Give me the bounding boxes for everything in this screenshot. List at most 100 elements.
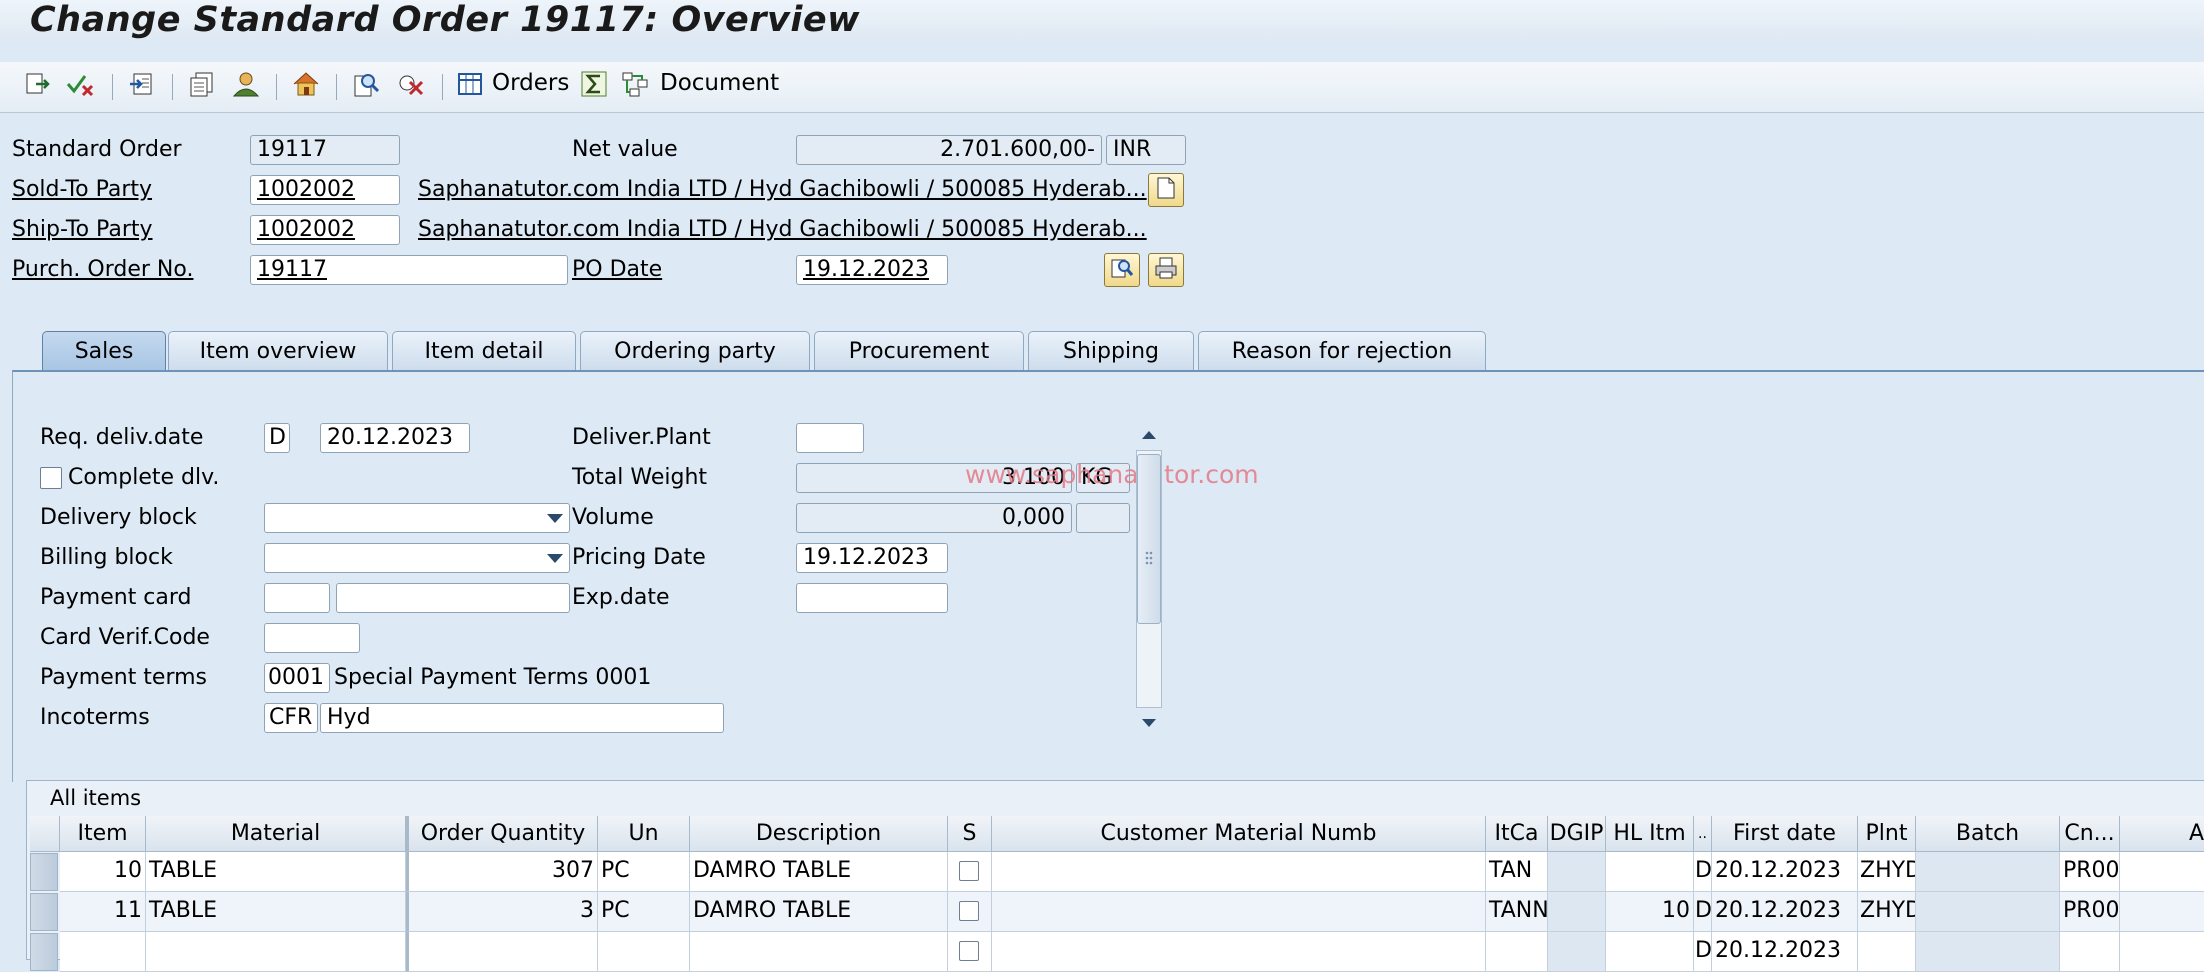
req-deliv-type-field[interactable]: D [264, 423, 290, 453]
column-header-hl-item[interactable]: HL Itm [1606, 816, 1694, 852]
standard-order-field[interactable]: 19117 [250, 135, 400, 165]
table-cell-a[interactable] [2120, 852, 2204, 892]
table-cell-item[interactable] [60, 932, 146, 972]
print-po-button[interactable] [1148, 253, 1184, 287]
tab-item-overview[interactable]: Item overview [168, 331, 388, 371]
tab-sales[interactable]: Sales [42, 331, 166, 371]
table-cell-material[interactable]: TABLE [146, 852, 406, 892]
pricing-date-field[interactable]: 19.12.2023 [796, 543, 948, 573]
row-selector[interactable] [30, 933, 58, 971]
display-change-icon[interactable] [22, 68, 54, 100]
check-icon[interactable] [64, 68, 96, 100]
row-selector[interactable] [30, 893, 58, 931]
tab-ordering-party[interactable]: Ordering party [580, 331, 810, 371]
column-header-batch[interactable]: Batch [1916, 816, 2060, 852]
row-checkbox[interactable] [959, 901, 979, 921]
payment-card-number-field[interactable] [336, 583, 570, 613]
table-cell-a[interactable] [2120, 932, 2204, 972]
table-cell-item[interactable]: 10 [60, 852, 146, 892]
table-cell-customer-material[interactable] [992, 932, 1486, 972]
row-checkbox[interactable] [959, 861, 979, 881]
home-icon[interactable] [290, 68, 322, 100]
column-header-material[interactable]: Material [146, 816, 406, 852]
column-header-item[interactable]: Item [60, 816, 146, 852]
column-header-dgip[interactable]: DGIP [1548, 816, 1606, 852]
table-cell-a[interactable] [2120, 892, 2204, 932]
table-cell-date-type[interactable]: D [1694, 852, 1712, 892]
column-header-a[interactable]: A [2120, 816, 2204, 852]
tab-procurement[interactable]: Procurement [814, 331, 1024, 371]
table-cell-hl-item[interactable] [1606, 932, 1694, 972]
select-all-header[interactable] [30, 816, 60, 852]
column-header-unit[interactable]: Un [598, 816, 690, 852]
table-cell-unit[interactable]: PC [598, 852, 690, 892]
table-cell-item[interactable]: 11 [60, 892, 146, 932]
column-header-order-quantity[interactable]: Order Quantity [406, 816, 598, 852]
table-cell-description[interactable] [690, 932, 948, 972]
table-cell-unit[interactable]: PC [598, 892, 690, 932]
card-verif-code-field[interactable] [264, 623, 360, 653]
ship-to-label[interactable]: Ship-To Party [12, 215, 153, 245]
column-header-plant[interactable]: Plnt [1858, 816, 1916, 852]
sold-to-field[interactable]: 1002002 [250, 175, 400, 205]
incoterms-code-field[interactable]: CFR [264, 703, 318, 733]
column-header-description[interactable]: Description [690, 816, 948, 852]
po-date-label[interactable]: PO Date [572, 255, 662, 285]
po-number-label[interactable]: Purch. Order No. [12, 255, 193, 285]
table-cell-unit[interactable] [598, 932, 690, 972]
document-flow-icon[interactable] [620, 68, 652, 100]
payment-terms-field[interactable]: 0001 [264, 663, 330, 693]
table-cell-customer-material[interactable] [992, 892, 1486, 932]
tab-item-detail[interactable]: Item detail [392, 331, 576, 371]
table-cell-plant[interactable] [1858, 932, 1916, 972]
scroll-down-icon[interactable] [1134, 708, 1164, 738]
table-cell-material[interactable] [146, 932, 406, 972]
table-cell-material[interactable]: TABLE [146, 892, 406, 932]
payment-card-type-field[interactable] [264, 583, 330, 613]
table-cell-item-category[interactable] [1486, 932, 1548, 972]
row-selector[interactable] [30, 853, 58, 891]
tab-shipping[interactable]: Shipping [1028, 331, 1194, 371]
table-cell-plant[interactable]: ZHYD [1858, 892, 1916, 932]
delete-icon[interactable] [394, 68, 426, 100]
deliver-plant-field[interactable] [796, 423, 864, 453]
exp-date-field[interactable] [796, 583, 948, 613]
column-header-s[interactable]: S [948, 816, 992, 852]
table-cell-description[interactable]: DAMRO TABLE [690, 852, 948, 892]
volume-field[interactable]: 0,000 [796, 503, 1072, 533]
table-cell-order-quantity[interactable]: 307 [406, 852, 598, 892]
table-cell-first-date[interactable]: 20.12.2023 [1712, 932, 1858, 972]
currency-field[interactable]: INR [1106, 135, 1186, 165]
orders-button[interactable]: Orders [492, 70, 569, 96]
net-value-field[interactable]: 2.701.600,00- [796, 135, 1102, 165]
table-cell-condition[interactable]: PR00 [2060, 892, 2120, 932]
billing-block-dropdown[interactable] [264, 543, 570, 573]
column-header-first-date[interactable]: First date [1712, 816, 1858, 852]
table-cell-date-type[interactable]: D [1694, 932, 1712, 972]
tab-reason-for-rejection[interactable]: Reason for rejection [1198, 331, 1486, 371]
table-cell-item-category[interactable]: TAN [1486, 852, 1548, 892]
ship-to-description[interactable]: Saphanatutor.com India LTD / Hyd Gachibo… [418, 215, 1147, 245]
table-cell-date-type[interactable]: D [1694, 892, 1712, 932]
sold-to-description[interactable]: Saphanatutor.com India LTD / Hyd Gachibo… [418, 175, 1147, 205]
scroll-up-icon[interactable] [1134, 420, 1164, 450]
sum-icon[interactable] [578, 68, 610, 100]
po-date-field[interactable]: 19.12.2023 [796, 255, 948, 285]
item-detail-icon[interactable] [186, 68, 218, 100]
delivery-block-dropdown[interactable] [264, 503, 570, 533]
ship-to-field[interactable]: 1002002 [250, 215, 400, 245]
column-header-customer-material[interactable]: Customer Material Numb [992, 816, 1486, 852]
table-cell-description[interactable]: DAMRO TABLE [690, 892, 948, 932]
row-checkbox[interactable] [959, 941, 979, 961]
table-cell-first-date[interactable]: 20.12.2023 [1712, 852, 1858, 892]
table-cell-hl-item[interactable]: 10 [1606, 892, 1694, 932]
header-icon[interactable] [126, 68, 158, 100]
sold-to-detail-button[interactable] [1148, 173, 1184, 207]
column-header-date-type[interactable]: .. [1694, 816, 1712, 852]
column-header-item-category[interactable]: ItCa [1486, 816, 1548, 852]
vertical-scrollbar[interactable] [1134, 420, 1164, 738]
table-cell-item-category[interactable]: TANN [1486, 892, 1548, 932]
find-icon[interactable] [350, 68, 382, 100]
incoterms-place-field[interactable]: Hyd [320, 703, 724, 733]
table-cell-first-date[interactable]: 20.12.2023 [1712, 892, 1858, 932]
